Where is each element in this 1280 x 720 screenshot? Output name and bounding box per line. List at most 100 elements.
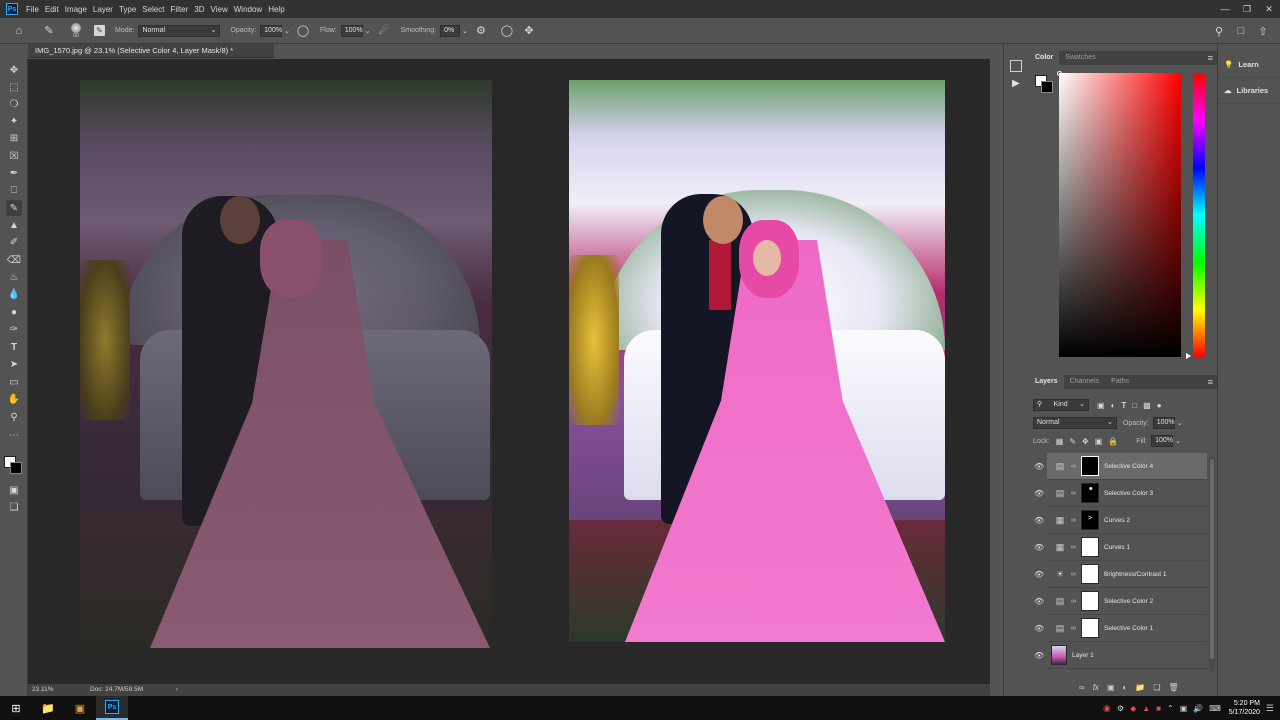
type-tool-icon[interactable]: T — [6, 339, 22, 355]
menu-image[interactable]: Image — [65, 5, 93, 14]
path-selection-tool-icon[interactable]: ➤ — [6, 356, 22, 372]
document-tab[interactable]: IMG_1570.jpg @ 23.1% (Selective Color 4,… — [28, 44, 274, 58]
tab-swatches[interactable]: Swatches — [1059, 51, 1101, 65]
tab-color[interactable]: Color — [1029, 51, 1060, 65]
foreground-background-colors[interactable] — [4, 456, 24, 476]
link-chain-icon[interactable]: ∞ — [1071, 625, 1077, 632]
tray-app-icon[interactable]: ⚙ — [1117, 704, 1124, 713]
restore-icon[interactable]: ❐ — [1236, 0, 1258, 18]
layers-scrollbar[interactable] — [1209, 457, 1215, 671]
menu-layer[interactable]: Layer — [93, 5, 119, 14]
layer-style-fx-icon[interactable]: fx — [1093, 683, 1099, 692]
tab-layers[interactable]: Layers — [1029, 375, 1064, 389]
link-chain-icon[interactable]: ∞ — [1071, 463, 1077, 470]
healing-brush-tool-icon[interactable]: ⎕ — [6, 182, 22, 198]
home-icon[interactable]: ⌂ — [12, 24, 26, 38]
zoom-tool-icon[interactable]: ⚲ — [6, 409, 22, 425]
layer-row[interactable]: 👁 ▤ ∞ Selective Color 3 — [1034, 480, 1207, 507]
layer-row[interactable]: 👁 ▦ ∞ > Curves 2 — [1034, 507, 1207, 534]
filter-shape-icon[interactable]: □ — [1132, 401, 1137, 410]
chevron-down-icon[interactable]: ⌄ — [1177, 419, 1183, 427]
history-panel-icon[interactable] — [1010, 60, 1022, 72]
visibility-eye-icon[interactable]: 👁 — [1034, 462, 1044, 471]
clone-stamp-tool-icon[interactable]: ▲ — [6, 217, 22, 233]
layer-mask-thumbnail[interactable] — [1081, 618, 1099, 638]
paint-bucket-tool-icon[interactable]: ♨ — [6, 269, 22, 285]
menu-edit[interactable]: Edit — [45, 5, 65, 14]
tab-paths[interactable]: Paths — [1105, 375, 1135, 389]
fill-field[interactable]: 100% — [1151, 435, 1174, 447]
panel-menu-icon[interactable]: ≡ — [1208, 377, 1213, 387]
airbrush-icon[interactable]: ☄ — [377, 24, 391, 38]
opacity-field[interactable]: 100% — [260, 24, 283, 37]
layer-row[interactable]: 👁 ▦ ∞ Curves 1 — [1034, 534, 1207, 561]
workspace-icon[interactable]: □ — [1234, 24, 1248, 38]
chevron-down-icon[interactable]: ⌄ — [1175, 437, 1181, 445]
document-canvas[interactable] — [28, 59, 990, 684]
visibility-eye-icon[interactable]: 👁 — [1034, 651, 1044, 660]
new-adjustment-layer-icon[interactable]: ◐ — [1123, 683, 1128, 692]
dodge-tool-icon[interactable]: ● — [6, 304, 22, 320]
link-chain-icon[interactable]: ∞ — [1071, 598, 1077, 605]
symmetry-butterfly-icon[interactable]: ✥ — [522, 24, 536, 38]
layer-opacity-field[interactable]: 100% — [1152, 417, 1175, 429]
filter-kind-select[interactable]: ⚲ Kind ⌄ — [1033, 399, 1089, 411]
filter-pixel-icon[interactable]: ▣ — [1097, 401, 1105, 410]
quick-select-tool-icon[interactable]: ✦ — [6, 113, 22, 129]
hue-slider[interactable] — [1193, 73, 1205, 357]
menu-type[interactable]: Type — [119, 5, 142, 14]
visibility-eye-icon[interactable]: 👁 — [1034, 570, 1044, 579]
link-chain-icon[interactable]: ∞ — [1071, 490, 1077, 497]
chevron-down-icon[interactable]: ⌄ — [284, 27, 290, 35]
zoom-level[interactable]: 23.11% — [32, 684, 54, 696]
layer-mask-thumbnail[interactable] — [1081, 564, 1099, 584]
link-chain-icon[interactable]: ∞ — [1071, 517, 1077, 524]
lasso-tool-icon[interactable]: ❍ — [6, 96, 22, 112]
pinned-app-icon[interactable]: ▣ — [64, 696, 96, 720]
rectangle-tool-icon[interactable]: ▭ — [6, 374, 22, 390]
hand-tool-icon[interactable]: ✋ — [6, 391, 22, 407]
flow-field[interactable]: 100% — [340, 24, 363, 37]
network-icon[interactable]: ▣ — [1180, 704, 1188, 713]
move-tool-icon[interactable]: ✥ — [6, 62, 22, 78]
menu-filter[interactable]: Filter — [171, 5, 195, 14]
hue-slider-handle[interactable] — [1186, 353, 1191, 359]
layer-mask-thumbnail[interactable] — [1081, 591, 1099, 611]
smoothing-settings-gear-icon[interactable]: ⚙ — [474, 24, 488, 38]
mode-select[interactable]: Normal ⌄ — [138, 24, 221, 37]
lock-transparent-icon[interactable]: ▦ — [1056, 437, 1064, 446]
tab-channels[interactable]: Channels — [1064, 375, 1106, 389]
minimize-icon[interactable]: — — [1214, 0, 1236, 18]
volume-icon[interactable]: 🔊 — [1193, 704, 1203, 713]
menu-file[interactable]: File — [26, 5, 45, 14]
visibility-eye-icon[interactable]: 👁 — [1034, 543, 1044, 552]
lock-artboard-icon[interactable]: ▣ — [1095, 437, 1103, 446]
smoothing-field[interactable]: 0% — [440, 24, 461, 37]
pressure-opacity-icon[interactable]: ◯ — [296, 24, 310, 38]
filter-adjustment-icon[interactable]: ◐ — [1111, 401, 1116, 410]
scroll-thumb[interactable] — [1210, 459, 1214, 659]
brush-size-preview[interactable]: 60 — [66, 20, 86, 42]
chevron-down-icon[interactable]: ⌄ — [462, 27, 468, 35]
history-brush-tool-icon[interactable]: ✐ — [6, 234, 22, 250]
tray-red-app-icon[interactable]: ◆ — [1130, 704, 1136, 713]
blend-mode-select[interactable]: Normal ⌄ — [1033, 417, 1117, 429]
layer-photo-thumbnail[interactable] — [1051, 645, 1067, 665]
quick-mask-icon[interactable]: ▣ — [6, 482, 22, 498]
libraries-button[interactable]: ☁ Libraries — [1218, 78, 1280, 104]
layer-row[interactable]: 👁 ☀ ∞ Brightness/Contrast 1 — [1034, 561, 1207, 588]
layer-row[interactable]: 👁 Layer 1 — [1034, 642, 1207, 669]
marquee-tool-icon[interactable]: ⬚ — [6, 79, 22, 95]
pen-tool-icon[interactable]: ✑ — [6, 321, 22, 337]
layer-mask-thumbnail[interactable]: > — [1081, 510, 1099, 530]
eraser-tool-icon[interactable]: ⌫ — [6, 252, 22, 268]
new-group-folder-icon[interactable]: 📁 — [1135, 683, 1145, 692]
menu-window[interactable]: Window — [234, 5, 268, 14]
color-saturation-field[interactable] — [1059, 73, 1181, 357]
tray-red-app-icon[interactable]: ▲ — [1142, 704, 1150, 713]
layer-mask-thumbnail[interactable] — [1081, 483, 1099, 503]
menu-help[interactable]: Help — [268, 5, 290, 14]
new-layer-icon[interactable]: ❏ — [1153, 683, 1160, 692]
language-icon[interactable]: ⌨ — [1209, 704, 1221, 713]
lock-pixels-icon[interactable]: ✎ — [1069, 437, 1076, 446]
